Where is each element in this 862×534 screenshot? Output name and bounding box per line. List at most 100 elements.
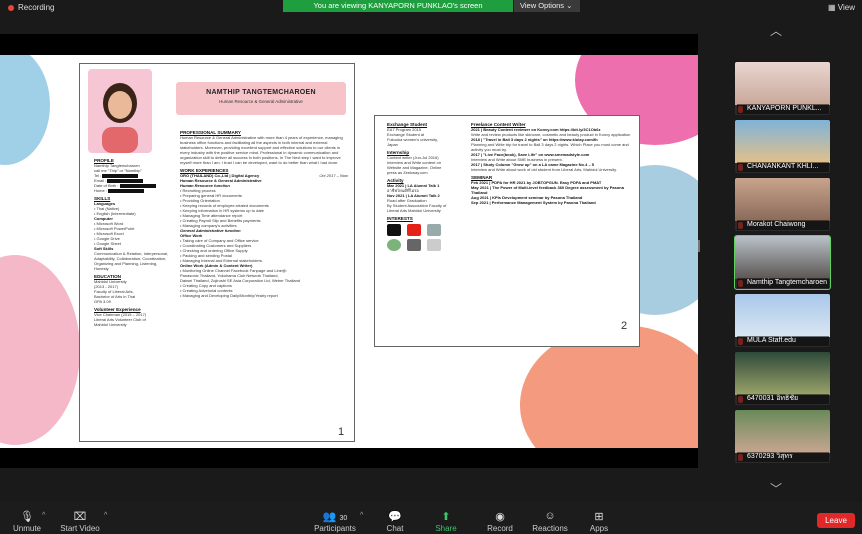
share-screen-button[interactable]: ⬆ Share Screen [422,510,470,534]
share-screen-label: Share Screen [433,524,458,534]
participant-tile[interactable]: 6470031 อิทธิชัย [735,352,830,405]
chevron-down-icon[interactable]: ﹀ [770,480,782,497]
page-number: 1 [338,426,345,438]
soft-skills-text: Communication & Relation, Interpersonal,… [94,251,169,271]
money-icon [427,224,441,236]
participant-name: Morakot Chaiwong [737,220,829,230]
blue-blob-decoration [0,55,50,165]
cooking-icon [427,239,441,251]
video-feed [735,410,830,453]
video-feed [735,236,830,279]
internship-line: press as Zeekway.com [387,170,428,175]
view-options-button[interactable]: View Options ⌄ [514,0,580,12]
participant-tile[interactable]: MULA Staff.edu [735,294,830,347]
participant-tile[interactable]: 6370293 วิสุทร [735,410,830,463]
audio-options-caret-icon[interactable]: ^ [42,512,45,519]
resume-right-column: PROFESSIONAL SUMMARY Human Resource & Ge… [180,130,348,301]
participant-name: MULA Staff.edu [737,336,829,346]
name-band: NAMTHIP TANGTEMCHAROEN Human Resource & … [176,82,346,115]
share-screen-icon: ⬆ [441,511,451,523]
view-label: View [837,3,855,12]
shared-screen: NAMTHIP TANGTEMCHAROEN Human Resource & … [0,34,698,468]
participants-button[interactable]: 👥 30 Participants [313,510,357,533]
apps-button[interactable]: ⊞ Apps [588,510,610,533]
profile-photo [88,69,152,153]
page-number: 2 [621,320,628,332]
pink-blob-decoration [0,255,80,445]
participant-gallery: ︿ KANYAPORN PUNKL... CHANANKANT KHLI... … [700,18,862,502]
video-feed [735,294,830,337]
chat-label: Chat [386,524,404,533]
apps-icon: ⊞ [594,511,604,523]
apps-label: Apps [589,524,609,533]
resume-left-column: PROFILE Namthip Tangtemcharoen call me "… [94,158,172,330]
meeting-toolbar: 🎙 Unmute ^ ⌧ Start Video ^ 👥 30 Particip… [0,502,862,534]
video-off-icon: ⌧ [73,511,87,523]
participant-tile[interactable]: KANYAPORN PUNKL... [735,62,830,115]
food-icon [407,239,421,251]
participants-icon: 👥 30 [322,511,348,523]
muted-mic-icon: 🎙 [20,511,34,523]
travel-icon [387,239,401,251]
volunteer-line: Mahidol University [94,322,127,327]
record-icon: ◉ [495,511,505,523]
record-button[interactable]: ◉ Record [486,510,514,533]
interests-heading: INTERESTS [387,216,413,221]
viewing-banner: You are viewing KANYAPORN PUNKLAO's scre… [283,0,513,12]
freelance-line: Interview and Write about work of old st… [471,167,617,172]
record-label: Record [487,524,513,533]
participant-name: CHANANKANT KHLI... [737,162,829,172]
page2-left-column: Exchange Student EA7 Program 2015 Exchan… [387,122,465,254]
reactions-button[interactable]: ☺ Reactions [532,510,568,533]
exchange-line: Japan [387,142,398,147]
freelance-line: Planning and Write trip for travel to Ba… [471,142,629,152]
seminar-line: May 2021 | The Power of Multi-level feed… [471,185,624,195]
unmute-button[interactable]: 🎙 Unmute [10,510,44,533]
participant-name: KANYAPORN PUNKL... [737,104,829,114]
unmute-label: Unmute [12,524,41,533]
resume-role: Human Resource & General Administrative [219,99,303,104]
education-line: GPA 3.09 [94,299,111,304]
participants-label: Participants [314,524,356,533]
participants-options-caret-icon[interactable]: ^ [360,512,363,519]
activity-line: Liberal Arts Mahidol University [387,208,441,213]
seminar-line: Sep 2021 | Performance Management System… [471,200,596,205]
view-button[interactable]: ▦ View [828,3,855,12]
zoom-window: Recording You are viewing KANYAPORN PUNK… [0,0,862,534]
chevron-up-icon[interactable]: ︿ [770,22,782,39]
video-feed [735,62,830,105]
grid-icon: ▦ [828,3,836,12]
video-options-caret-icon[interactable]: ^ [104,512,107,519]
start-video-label: Start Video [60,524,100,533]
reactions-label: Reactions [532,524,568,533]
recording-indicator: Recording [8,3,54,12]
resume-page-2: Exchange Student EA7 Program 2015 Exchan… [374,115,640,347]
participant-name: 6370293 วิสุทร [737,452,829,462]
work-period: Oct 2017 – Now [319,173,348,178]
participant-tile[interactable]: Morakot Chaiwong [735,178,830,231]
resume-slide: NAMTHIP TANGTEMCHAROEN Human Resource & … [0,55,698,448]
participant-tile[interactable]: CHANANKANT KHLI... [735,120,830,173]
redaction-bar [108,188,145,193]
youtube-icon [407,224,421,236]
netflix-icon [387,224,401,236]
participant-name: 6470031 อิทธิชัย [737,394,829,404]
online-item: • Managing and Developing Daily/Monthly/… [180,293,278,298]
participant-name: Namthip Tangtemcharoen [737,278,829,288]
profile-line: Home : [94,188,107,193]
chat-button[interactable]: 💬 Chat [382,510,408,533]
chat-icon: 💬 [388,511,402,523]
page2-right-column: Freelance Content Writer 2021 | Beauty C… [471,122,633,208]
top-bar: Recording You are viewing KANYAPORN PUNK… [0,0,862,18]
participants-count: 30 [339,515,348,522]
start-video-button[interactable]: ⌧ Start Video [58,510,102,533]
resume-name: NAMTHIP TANGTEMCHAROEN [206,89,316,96]
leave-button[interactable]: Leave [817,513,855,528]
participant-tile-active[interactable]: Namthip Tangtemcharoen [734,235,831,290]
chevron-down-icon: ⌄ [566,1,573,10]
reactions-icon: ☺ [544,510,556,522]
view-options-label: View Options [520,1,565,10]
resume-page-1: NAMTHIP TANGTEMCHAROEN Human Resource & … [79,63,355,442]
video-feed [735,120,830,163]
recording-label: Recording [18,3,55,12]
